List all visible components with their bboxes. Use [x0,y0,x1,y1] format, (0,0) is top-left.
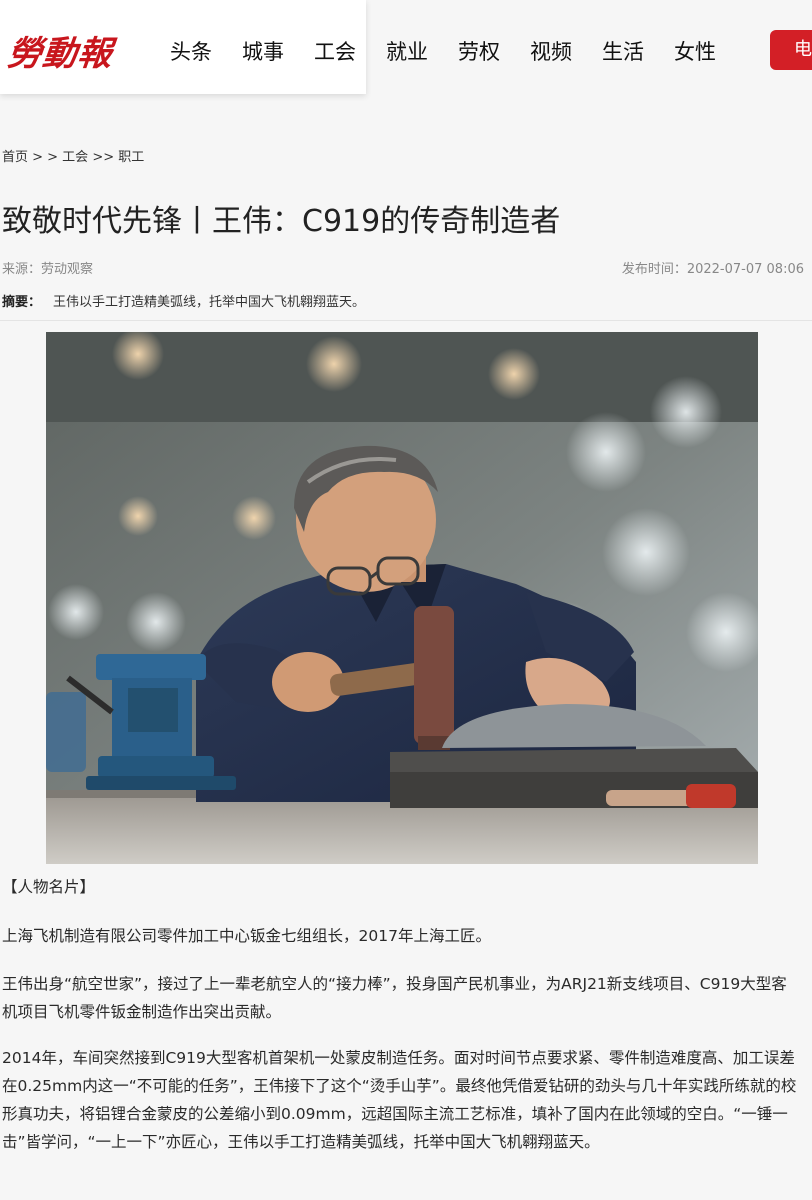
nav-item-union[interactable]: 工会 [314,36,356,66]
article-photo [46,332,758,864]
article-title: 致敬时代先锋丨王伟：C919的传奇制造者 [2,204,561,239]
breadcrumb[interactable]: 首页 > > 工会 >> 职工 [2,146,144,165]
nav-item-headlines[interactable]: 头条 [170,36,212,66]
nav-item-rights[interactable]: 劳权 [458,36,500,66]
profile-heading: 【人物名片】 [2,878,96,896]
article-paragraph: 王伟出身“航空世家”，接过了上一辈老航空人的“接力棒”，投身国产民机事业，为AR… [2,975,787,1021]
summary-label: 摘要： [2,295,42,310]
nav-item-city[interactable]: 城事 [242,36,284,66]
nav-item-jobs[interactable]: 就业 [386,36,428,66]
publish-time: 发布时间：2022-07-07 08:06 [621,262,804,277]
article-paragraph: 2014年，车间突然接到C919大型客机首架机一处蒙皮制造任务。面对时间节点要求… [2,1049,797,1151]
nav-item-life[interactable]: 生活 [602,36,644,66]
site-logo[interactable]: 勞動報 [5,26,115,75]
nav-item-women[interactable]: 女性 [674,36,716,66]
divider [0,320,812,321]
article-paragraph: 上海飞机制造有限公司零件加工中心钣金七组组长，2017年上海工匠。 [2,927,491,945]
nav-item-video[interactable]: 视频 [530,36,572,66]
summary-text: 王伟以手工打造精美弧线，托举中国大飞机翱翔蓝天。 [53,295,366,310]
epaper-button[interactable]: 电 [770,30,812,70]
article-summary: 摘要： 王伟以手工打造精美弧线，托举中国大飞机翱翔蓝天。 [2,291,365,310]
worker-photo-illustration [46,332,758,864]
article-source: 来源：劳动观察 [2,262,94,277]
